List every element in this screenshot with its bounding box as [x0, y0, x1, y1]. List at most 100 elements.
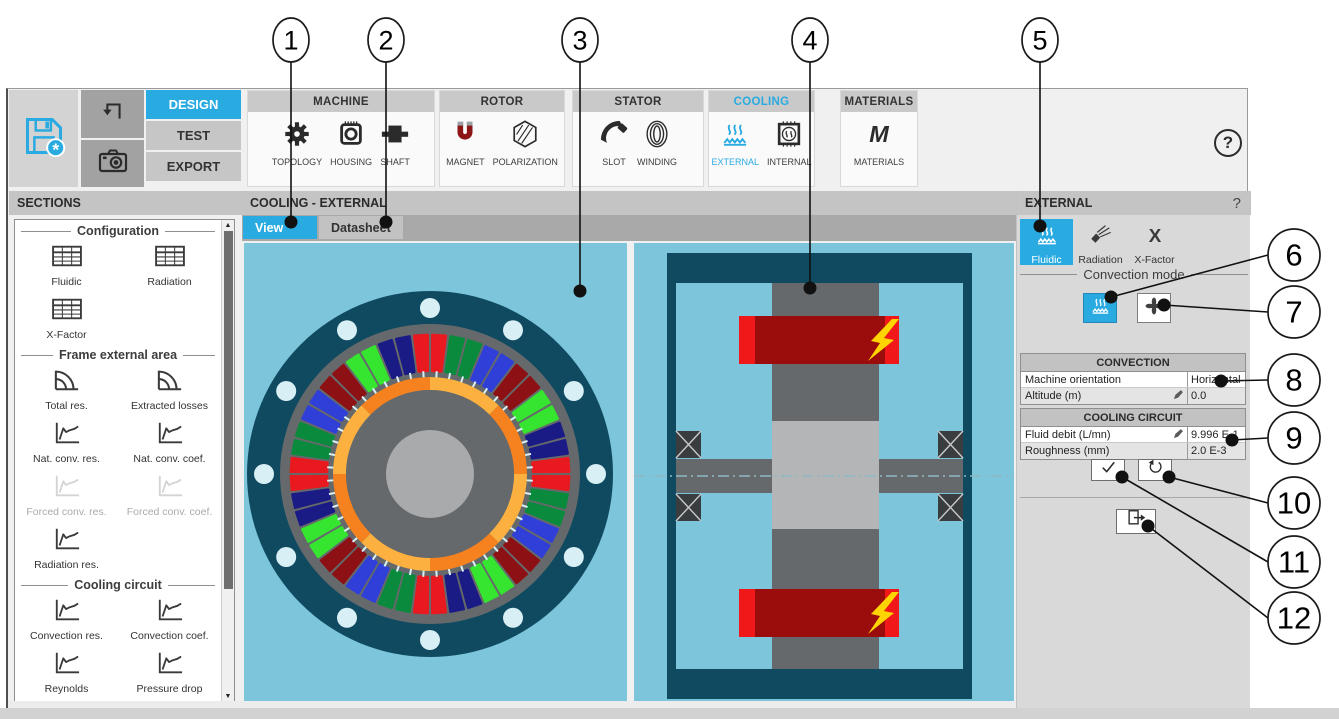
screenshot-button[interactable]: [81, 140, 144, 187]
toolbar-group-rotor: ROTOR MAGNET POLARIZATION: [439, 90, 565, 187]
section-item-x-factor[interactable]: X-Factor: [15, 292, 118, 345]
group-title: MATERIALS: [841, 91, 917, 112]
chart-icon: [52, 473, 82, 504]
table-title: COOLING CIRCUIT: [1021, 409, 1245, 427]
table-icon: [50, 296, 84, 327]
svg-text:1: 1: [283, 25, 298, 55]
toolbar-item-internal[interactable]: INTERNAL: [763, 119, 816, 167]
save-button[interactable]: *: [9, 90, 78, 187]
sections-title: SECTIONS: [17, 196, 81, 210]
apply-button[interactable]: [1091, 459, 1125, 481]
section-item-nat-conv-coef-[interactable]: Nat. conv. coef.: [118, 416, 221, 469]
test-button[interactable]: TEST: [146, 121, 241, 152]
svg-text:7: 7: [1285, 295, 1302, 330]
polarization-icon: [510, 119, 540, 154]
tab-view[interactable]: View: [243, 216, 317, 239]
svg-text:2: 2: [378, 25, 393, 55]
toolbar-group-stator: STATOR SLOT WINDING: [572, 90, 704, 187]
forced-convection-button[interactable]: [1137, 293, 1171, 323]
section-group-title: Frame external area: [21, 348, 215, 362]
table-row: Machine orientation Horizontal: [1021, 372, 1245, 388]
table-cooling-circuit: COOLING CIRCUIT Fluid debit (L/mn) 9.996…: [1020, 408, 1246, 460]
section-group-title: Configuration: [21, 224, 215, 238]
external-panel-header: EXTERNAL ?: [1017, 191, 1251, 215]
table-icon: [50, 243, 84, 274]
toolbar-item-magnet[interactable]: MAGNET: [442, 119, 489, 167]
table-row: Altitude (m) 0.0: [1021, 388, 1245, 404]
shaft-icon: [380, 119, 410, 154]
section-group-title: Cooling circuit: [21, 578, 215, 592]
natural-convection-button[interactable]: [1083, 293, 1117, 323]
toolbar-item-shaft[interactable]: SHAFT: [376, 119, 414, 167]
row-value[interactable]: Horizontal: [1188, 372, 1245, 387]
scrollbar[interactable]: ▲ ▼: [221, 220, 234, 702]
table-title: CONVECTION: [1021, 354, 1245, 372]
arcs-icon: [155, 367, 185, 398]
status-bar: [0, 708, 1339, 719]
magnet-icon: [450, 119, 480, 154]
section-item-reynolds[interactable]: Reynolds: [15, 646, 118, 699]
toolbar-item-polarization[interactable]: POLARIZATION: [489, 119, 562, 167]
section-item-total-res-[interactable]: Total res.: [15, 363, 118, 416]
mode-nav: DESIGNTESTEXPORT: [146, 90, 241, 183]
toolbar-item-topology[interactable]: TOPOLOGY: [268, 119, 326, 167]
chart-icon: [155, 420, 185, 451]
row-value[interactable]: 2.0 E-3: [1188, 443, 1245, 459]
section-item-forced-conv-coef-[interactable]: Forced conv. coef.: [118, 469, 221, 522]
toolbar-item-housing[interactable]: HOUSING: [326, 119, 376, 167]
row-value[interactable]: 9.996 E-1: [1188, 427, 1245, 442]
group-title: STATOR: [573, 91, 703, 112]
toolbar-item-winding[interactable]: WINDING: [633, 119, 681, 167]
section-item-pressure-drop[interactable]: Pressure drop: [118, 646, 221, 699]
scroll-down-icon[interactable]: ▼: [225, 692, 232, 701]
xfactor-icon: X: [1143, 223, 1167, 252]
design-button[interactable]: DESIGN: [146, 90, 241, 121]
section-item-forced-conv-res-[interactable]: Forced conv. res.: [15, 469, 118, 522]
undo-button[interactable]: [81, 90, 144, 138]
toolbar-group-machine: MACHINE TOPOLOGY HOUSING SHAFT: [247, 90, 435, 187]
panel-tab-radiation[interactable]: Radiation: [1074, 219, 1127, 265]
export-results-button[interactable]: [1116, 509, 1156, 534]
table-convection: CONVECTION Machine orientation Horizonta…: [1020, 353, 1246, 405]
scrollbar-thumb[interactable]: [224, 231, 233, 589]
arcs-icon: [52, 367, 82, 398]
chart-icon: [52, 650, 82, 681]
panel-tab-fluidic[interactable]: Fluidic: [1020, 219, 1073, 265]
section-item-radiation[interactable]: Radiation: [118, 239, 221, 292]
toolbar-item-materials[interactable]: M MATERIALS: [850, 119, 908, 167]
toolbar-item-slot[interactable]: SLOT: [595, 119, 633, 167]
section-item-fluidic[interactable]: Fluidic: [15, 239, 118, 292]
divider: [1020, 497, 1248, 498]
svg-text:5: 5: [1032, 25, 1047, 55]
panel-tab-x-factor[interactable]: X X-Factor: [1128, 219, 1181, 265]
tab-datasheet[interactable]: Datasheet: [319, 216, 403, 239]
save-icon: *: [22, 114, 66, 163]
pen-icon: [1173, 428, 1184, 442]
fan-icon: [1145, 297, 1163, 320]
cool-int-icon: [774, 119, 804, 154]
section-item-radiation-res-[interactable]: Radiation res.: [15, 522, 118, 575]
section-item-convection-coef-[interactable]: Convection coef.: [118, 593, 221, 646]
svg-text:10: 10: [1277, 486, 1311, 521]
table-icon: [153, 243, 187, 274]
section-item-extracted-losses[interactable]: Extracted losses: [118, 363, 221, 416]
section-item-nat-conv-res-[interactable]: Nat. conv. res.: [15, 416, 118, 469]
reset-button[interactable]: [1138, 459, 1172, 481]
app-window: * DESIGNTESTEXPORT MACHINE TOPOLOGY HOUS…: [6, 88, 1248, 710]
help-button[interactable]: ?: [1214, 129, 1242, 157]
chart-icon: [52, 526, 82, 557]
toolbar-item-external[interactable]: EXTERNAL: [707, 119, 763, 167]
section-item-convection-res-[interactable]: Convection res.: [15, 593, 118, 646]
scroll-up-icon[interactable]: ▲: [225, 221, 232, 230]
chart-icon: [155, 473, 185, 504]
svg-text:9: 9: [1285, 421, 1302, 456]
export-button[interactable]: EXPORT: [146, 152, 241, 183]
row-value[interactable]: 0.0: [1188, 388, 1245, 404]
pen-icon: [1173, 389, 1184, 403]
main-header: COOLING - EXTERNAL: [242, 191, 1016, 215]
svg-text:*: *: [52, 139, 59, 158]
group-title: MACHINE: [248, 91, 434, 112]
svg-text:X: X: [1148, 225, 1161, 246]
chart-icon: [155, 597, 185, 628]
panel-help-icon[interactable]: ?: [1233, 195, 1241, 212]
